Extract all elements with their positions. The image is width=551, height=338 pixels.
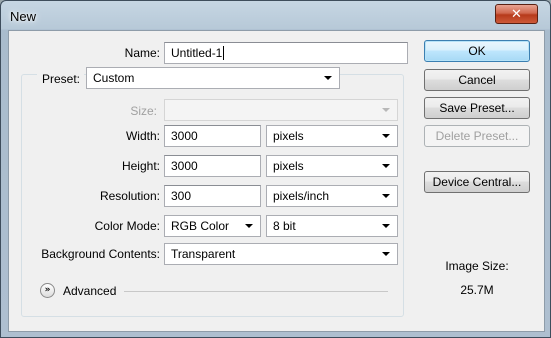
chevron-down-icon [382,134,390,138]
height-value: 3000 [171,159,198,173]
height-input[interactable]: 3000 [164,155,261,177]
preset-value: Custom [93,71,135,85]
name-value: Untitled-1 [171,46,223,60]
width-unit-value: pixels [273,129,304,143]
color-mode-label: Color Mode: [94,219,160,233]
name-input[interactable]: Untitled-1 [164,42,408,64]
close-icon: ✕ [511,6,522,22]
width-value: 3000 [171,129,198,143]
delete-preset-button: Delete Preset... [424,125,530,147]
size-select [164,99,398,121]
name-label: Name: [124,46,160,60]
resolution-label: Resolution: [99,189,160,203]
height-label: Height: [121,159,160,173]
bit-depth-value: 8 bit [273,219,296,233]
width-input[interactable]: 3000 [164,125,261,147]
text-caret [223,46,225,60]
image-size-label: Image Size: [445,259,509,273]
resolution-input[interactable]: 300 [164,185,261,207]
double-chevron-down-icon[interactable]: » [40,283,55,298]
bit-depth-select[interactable]: 8 bit [266,215,398,237]
save-preset-button[interactable]: Save Preset... [424,97,530,119]
chevron-down-icon [382,194,390,198]
height-unit-value: pixels [273,159,304,173]
height-unit-select[interactable]: pixels [266,155,398,177]
dialog-window: New ✕ Name: Untitled-1 Preset: Custom Si… [0,0,551,338]
size-label: Size: [130,104,157,118]
resolution-unit-value: pixels/inch [273,189,330,203]
resolution-value: 300 [171,189,192,203]
chevron-down-icon [382,252,390,256]
preset-select[interactable]: Custom [86,67,340,89]
width-label: Width: [125,129,160,143]
cancel-button[interactable]: Cancel [424,69,530,91]
color-mode-select[interactable]: RGB Color [164,215,261,237]
chevron-down-icon [382,164,390,168]
close-button[interactable]: ✕ [495,4,538,24]
image-size-value: 25.7M [460,283,494,297]
preset-label: Preset: [37,72,85,86]
advanced-toggle-label[interactable]: Advanced [63,284,116,298]
ok-button[interactable]: OK [424,40,530,62]
background-contents-value: Transparent [171,247,236,261]
window-title: New [10,9,37,24]
color-mode-value: RGB Color [171,219,230,233]
chevron-down-icon [382,224,390,228]
device-central-button[interactable]: Device Central... [424,171,530,193]
chevron-down-icon [382,108,390,112]
dialog-body: Name: Untitled-1 Preset: Custom Size: Wi… [8,30,545,332]
resolution-unit-select[interactable]: pixels/inch [266,185,398,207]
background-contents-select[interactable]: Transparent [164,243,398,265]
width-unit-select[interactable]: pixels [266,125,398,147]
chevron-down-icon [245,224,253,228]
chevron-down-icon [324,76,332,80]
advanced-divider [124,291,388,292]
background-contents-label: Background Contents: [41,247,160,261]
